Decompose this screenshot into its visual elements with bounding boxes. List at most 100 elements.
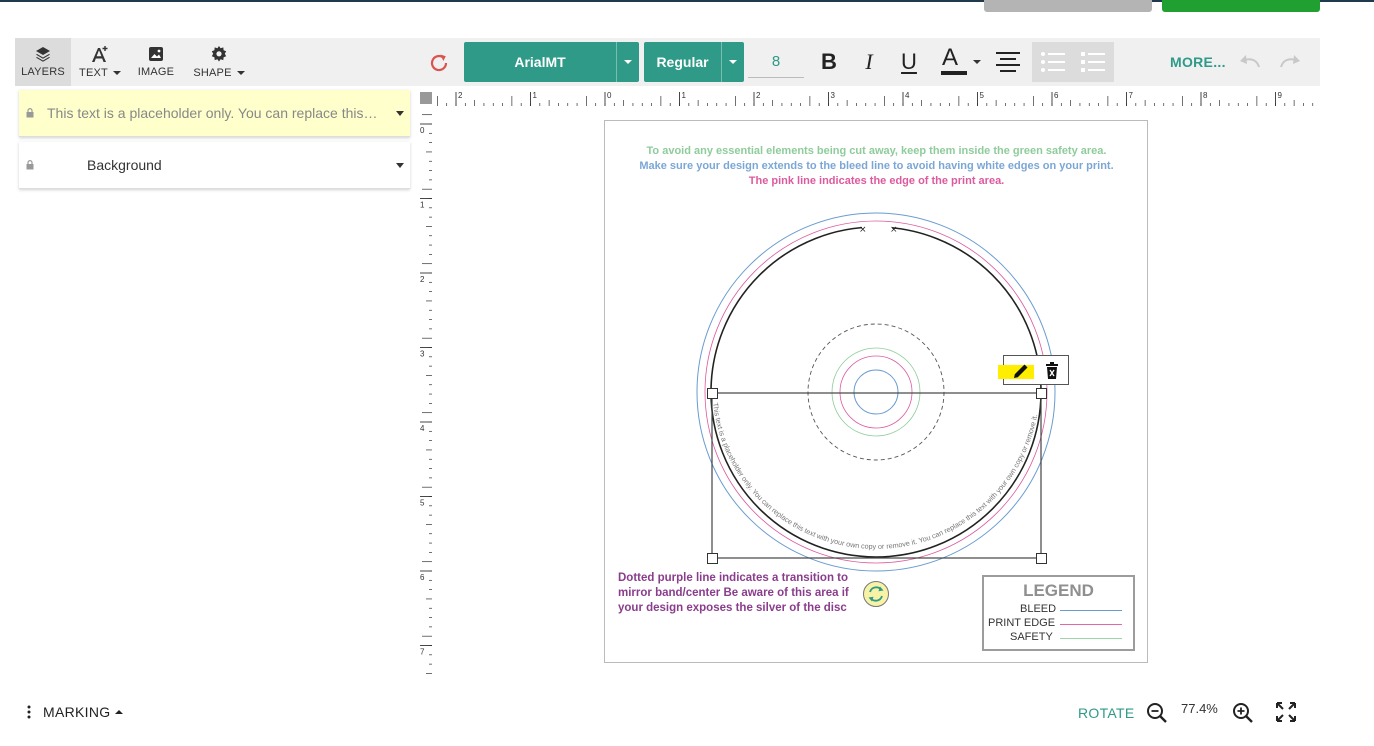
image-icon: [149, 47, 163, 61]
legend-safety-line: [1060, 638, 1122, 639]
align-center-icon[interactable]: [995, 50, 1021, 74]
mirror-band-circle: [807, 323, 945, 461]
legend-print-edge-label: PRINT EDGE: [988, 617, 1056, 629]
edit-icon[interactable]: [1012, 362, 1030, 380]
ruler-label: 3: [831, 91, 836, 100]
ruler-label: 0: [607, 91, 612, 100]
font-style-value: Regular: [656, 54, 709, 70]
text-color-glyph: A: [942, 44, 959, 71]
more-vert-icon: [27, 705, 31, 719]
selection-box: [711, 392, 1042, 559]
numbered-list-icon[interactable]: [1080, 51, 1106, 73]
ruler-label: 1: [533, 91, 538, 100]
legend-bleed-line: [1060, 610, 1122, 611]
resize-handle-tl[interactable]: [707, 388, 718, 399]
chevron-down-icon[interactable]: [396, 163, 404, 168]
hub-safety-circle: [831, 347, 921, 437]
ruler-label: 8: [1203, 91, 1208, 100]
zoom-out-icon[interactable]: [1146, 702, 1168, 724]
chevron-up-icon: [115, 710, 124, 714]
resize-handle-tr[interactable]: [1036, 388, 1047, 399]
redo-icon[interactable]: [1278, 52, 1302, 70]
refresh-icon[interactable]: [428, 52, 450, 74]
tool-text[interactable]: TEXT: [75, 38, 125, 86]
legend-print-edge-line: [1060, 624, 1122, 625]
top-primary-button[interactable]: [1162, 0, 1320, 12]
layers-icon: [36, 47, 50, 62]
font-style-dropdown[interactable]: Regular: [644, 42, 744, 82]
hub-hole-circle: [853, 369, 899, 415]
tool-layers-label: LAYERS: [21, 66, 65, 78]
text-color-button[interactable]: A: [938, 44, 981, 78]
font-family-value: ArialMT: [514, 54, 566, 70]
text-dropdown-caret: [112, 71, 121, 76]
lock-icon: [26, 160, 34, 170]
underline-button[interactable]: U: [893, 46, 925, 78]
legend-safety-label: SAFETY: [1010, 631, 1053, 643]
ruler-label: 5: [420, 499, 425, 508]
text-color-swatch: [941, 71, 967, 75]
legend-box: LEGEND BLEED PRINT EDGE SAFETY: [982, 575, 1135, 651]
print-edge-instruction: The pink line indicates the edge of the …: [748, 175, 1005, 187]
mirror-band-note: Dotted purple line indicates a transitio…: [618, 572, 849, 614]
hub-edge-circle: [839, 355, 913, 429]
safety-instruction: To avoid any essential elements being cu…: [646, 145, 1107, 157]
resize-handle-br[interactable]: [1036, 553, 1047, 564]
lock-icon: [26, 108, 34, 118]
rotate-handle-icon[interactable]: [862, 580, 890, 608]
tool-layers[interactable]: LAYERS: [15, 38, 71, 86]
ruler-label: 4: [905, 91, 910, 100]
ruler-label: 7: [420, 648, 425, 657]
chevron-down-icon: [617, 60, 639, 64]
more-button[interactable]: MORE...: [1170, 54, 1226, 70]
tool-shape-label: SHAPE: [193, 67, 232, 79]
chevron-down-icon: [722, 60, 744, 64]
safety-circle: [710, 226, 1042, 558]
shape-icon: [211, 46, 227, 62]
bleed-instruction: Make sure your design extends to the ble…: [639, 160, 1114, 172]
ruler-corner: [420, 92, 432, 104]
vertical-ruler: 0 1 2 3 4 5 6 7: [418, 106, 432, 678]
undo-icon[interactable]: [1238, 52, 1262, 70]
ruler-label: 2: [756, 91, 761, 100]
tool-shape[interactable]: SHAPE: [191, 38, 247, 86]
layer-name: This text is a placeholder only. You can…: [47, 105, 380, 121]
ruler-label: 1: [420, 201, 425, 210]
ruler-label: 3: [420, 350, 425, 359]
zoom-level: 77.4%: [1181, 701, 1218, 716]
fullscreen-icon[interactable]: [1275, 701, 1297, 723]
legend-bleed-label: BLEED: [1020, 603, 1057, 615]
object-toolbar: [998, 355, 1069, 385]
marking-label: MARKING: [43, 704, 111, 720]
italic-button[interactable]: I: [853, 46, 885, 78]
shape-dropdown-caret: [236, 71, 245, 76]
chevron-down-icon[interactable]: [396, 111, 404, 116]
font-size-input[interactable]: 8: [748, 46, 804, 78]
layer-name: Background: [87, 157, 162, 173]
top-secondary-button[interactable]: [984, 0, 1152, 12]
arc-mark-right: ×: [890, 225, 898, 235]
ruler-label: 5: [980, 91, 985, 100]
ruler-label: 1: [682, 91, 687, 100]
bullet-list-icon[interactable]: [1040, 51, 1066, 73]
ruler-label: 2: [420, 275, 425, 284]
print-edge-circle: [704, 220, 1048, 564]
text-icon: [92, 46, 108, 62]
rotate-button[interactable]: ROTATE: [1078, 705, 1135, 721]
color-dropdown-caret: [973, 60, 981, 64]
layer-item-placeholder-text[interactable]: This text is a placeholder only. You can…: [19, 90, 410, 137]
horizontal-ruler: 2 1 0 1 2 3 4 5 6 7 8 9: [432, 90, 1320, 106]
ruler-label: 9: [1278, 91, 1283, 100]
bold-button[interactable]: B: [813, 46, 845, 78]
ruler-label: 7: [1129, 91, 1134, 100]
marking-menu[interactable]: MARKING: [26, 704, 124, 720]
legend-title: LEGEND: [1023, 581, 1094, 600]
font-family-dropdown[interactable]: ArialMT: [464, 42, 639, 82]
ruler-label: 4: [420, 424, 425, 433]
tool-image[interactable]: IMAGE: [133, 38, 179, 86]
zoom-in-icon[interactable]: [1232, 702, 1254, 724]
layer-item-background[interactable]: Background: [19, 142, 410, 189]
delete-icon[interactable]: [1045, 362, 1059, 380]
ruler-label: 2: [458, 91, 463, 100]
resize-handle-bl[interactable]: [707, 553, 718, 564]
